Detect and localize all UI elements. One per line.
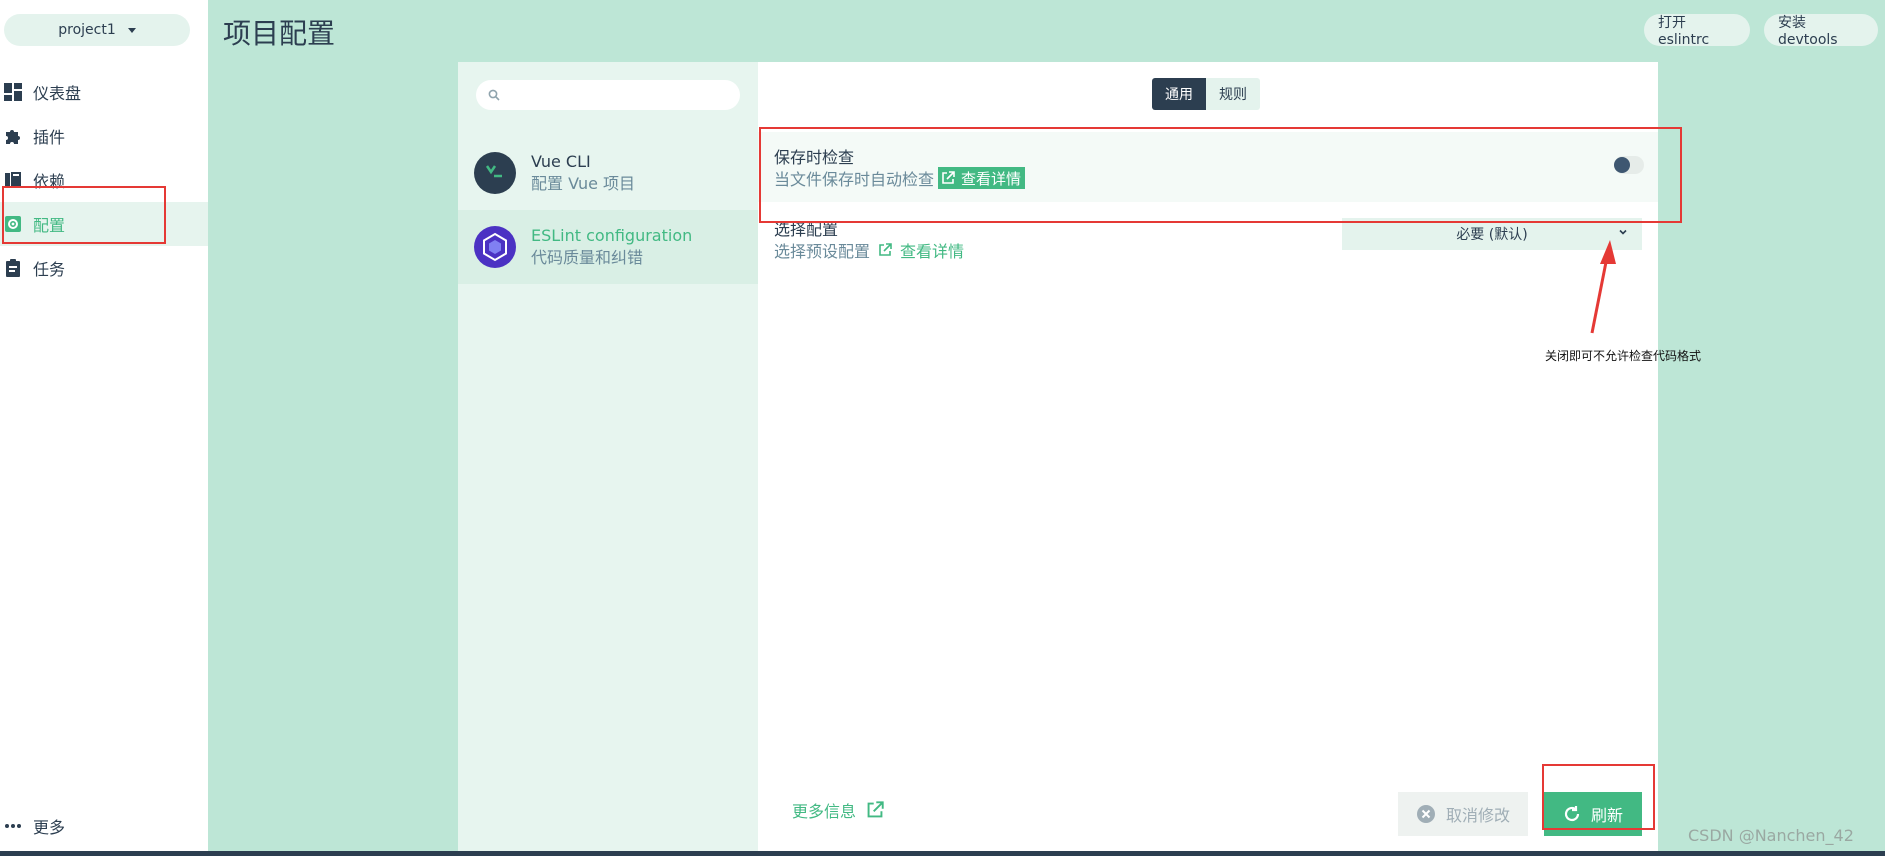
caret-down-icon xyxy=(127,27,136,33)
config-item-vue-cli[interactable]: Vue CLI 配置 Vue 项目 xyxy=(458,136,758,210)
view-details-link[interactable]: 查看详情 xyxy=(878,238,964,262)
bottom-bar xyxy=(0,851,1885,856)
annotation-arrow-icon xyxy=(1590,240,1616,334)
annotation-box-sidebar xyxy=(2,186,166,244)
select-value: 必要 (默认) xyxy=(1456,227,1528,243)
puzzle-icon xyxy=(4,127,22,145)
view-details-label: 查看详情 xyxy=(900,242,965,261)
search-icon xyxy=(488,86,500,105)
sidebar-item-label: 插件 xyxy=(33,128,66,147)
more-info-link[interactable]: 更多信息 xyxy=(792,798,884,822)
vue-cli-logo-icon xyxy=(474,152,516,194)
project-name: project1 xyxy=(58,22,116,38)
config-item-subtitle: 配置 Vue 项目 xyxy=(531,174,636,193)
more-info-label: 更多信息 xyxy=(792,802,857,821)
chevron-down-icon xyxy=(1619,229,1627,235)
more-dots-icon xyxy=(4,817,22,835)
open-eslintrc-button[interactable]: 打开 eslintrc xyxy=(1644,14,1750,48)
sidebar-item-label: 仪表盘 xyxy=(33,84,82,103)
sidebar-more[interactable]: 更多 xyxy=(0,806,208,846)
search-input[interactable] xyxy=(508,87,728,103)
config-list: Vue CLI 配置 Vue 项目 ESLint configuration 代… xyxy=(458,62,758,856)
dashboard-icon xyxy=(4,83,22,101)
config-item-subtitle: 代码质量和纠错 xyxy=(531,248,644,267)
cancel-label: 取消修改 xyxy=(1445,806,1510,825)
sidebar-item-label: 任务 xyxy=(33,260,66,279)
prompt-description: 选择预设配置 xyxy=(774,242,871,261)
project-selector[interactable]: project1 xyxy=(4,14,190,46)
eslint-logo-icon xyxy=(474,226,516,268)
close-circle-icon xyxy=(1416,805,1435,823)
config-item-eslint[interactable]: ESLint configuration 代码质量和纠错 xyxy=(458,210,758,284)
external-link-icon xyxy=(867,801,884,818)
sidebar-nav: 仪表盘 插件 依赖 配置 任务 xyxy=(0,70,208,290)
watermark: CSDN @Nanchen_42 xyxy=(1688,826,1854,845)
tab-rules[interactable]: 规则 xyxy=(1206,78,1260,110)
sidebar-item-tasks[interactable]: 任务 xyxy=(0,246,208,290)
annotation-box-refresh xyxy=(1542,764,1655,830)
annotation-note: 关闭即可不允许检查代码格式 xyxy=(1545,349,1702,363)
page-title: 项目配置 xyxy=(223,17,336,50)
external-link-icon xyxy=(879,243,892,256)
cancel-changes-button[interactable]: 取消修改 xyxy=(1398,792,1528,836)
annotation-box-lint-on-save xyxy=(759,127,1682,223)
sidebar-more-label: 更多 xyxy=(33,818,66,837)
tab-bar: 通用 规则 xyxy=(1152,78,1260,110)
sidebar: project1 仪表盘 插件 依赖 配置 任务 更多 xyxy=(0,0,208,856)
config-item-title: ESLint configuration xyxy=(531,226,693,245)
install-devtools-button[interactable]: 安装 devtools xyxy=(1764,14,1878,48)
clipboard-icon xyxy=(4,259,22,277)
sidebar-item-plugins[interactable]: 插件 xyxy=(0,114,208,158)
tab-general[interactable]: 通用 xyxy=(1152,78,1206,110)
search-box[interactable] xyxy=(476,80,740,110)
config-item-title: Vue CLI xyxy=(531,152,591,171)
sidebar-item-dashboard[interactable]: 仪表盘 xyxy=(0,70,208,114)
